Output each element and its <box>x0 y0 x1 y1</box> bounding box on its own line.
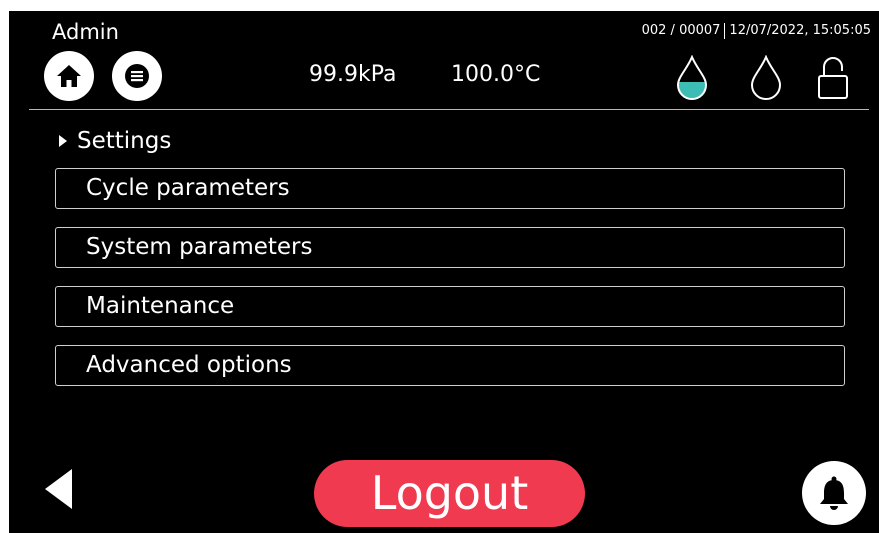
menu-item-system-parameters[interactable]: System parameters <box>55 227 845 268</box>
screen: Admin 002 / 00007 12/07/2022, 15:05:05 9… <box>9 11 879 533</box>
notifications-button[interactable] <box>802 461 866 525</box>
status-line: 002 / 00007 12/07/2022, 15:05:05 <box>642 23 871 39</box>
back-arrow-icon[interactable] <box>45 469 72 509</box>
settings-menu: Cycle parameters System parameters Maint… <box>55 168 845 404</box>
home-button[interactable] <box>44 51 94 101</box>
bell-icon <box>820 476 848 510</box>
temperature-reading: 100.0°C <box>451 62 541 87</box>
menu-item-maintenance[interactable]: Maintenance <box>55 286 845 327</box>
water-drop-empty-icon <box>750 54 782 100</box>
water-drop-full-icon <box>676 54 708 100</box>
status-separator <box>724 23 726 39</box>
header-divider <box>29 109 869 110</box>
user-label: Admin <box>52 20 119 44</box>
pressure-reading: 99.9kPa <box>309 62 397 87</box>
menu-item-cycle-parameters[interactable]: Cycle parameters <box>55 168 845 209</box>
menu-icon <box>125 64 149 88</box>
water-tank-full-indicator[interactable] <box>675 54 709 105</box>
water-tank-empty-indicator[interactable] <box>749 54 783 105</box>
settings-breadcrumb: Settings <box>59 127 171 155</box>
menu-button[interactable] <box>112 51 162 101</box>
caret-right-icon <box>59 135 67 147</box>
date-time: 12/07/2022, 15:05:05 <box>729 23 871 38</box>
cycle-counter: 002 / 00007 <box>641 23 721 38</box>
logout-button[interactable]: Logout <box>314 460 585 527</box>
settings-title: Settings <box>77 128 172 154</box>
door-lock-indicator[interactable] <box>817 55 849 105</box>
home-icon <box>57 65 81 87</box>
lock-open-icon <box>818 57 848 99</box>
menu-item-advanced-options[interactable]: Advanced options <box>55 345 845 386</box>
